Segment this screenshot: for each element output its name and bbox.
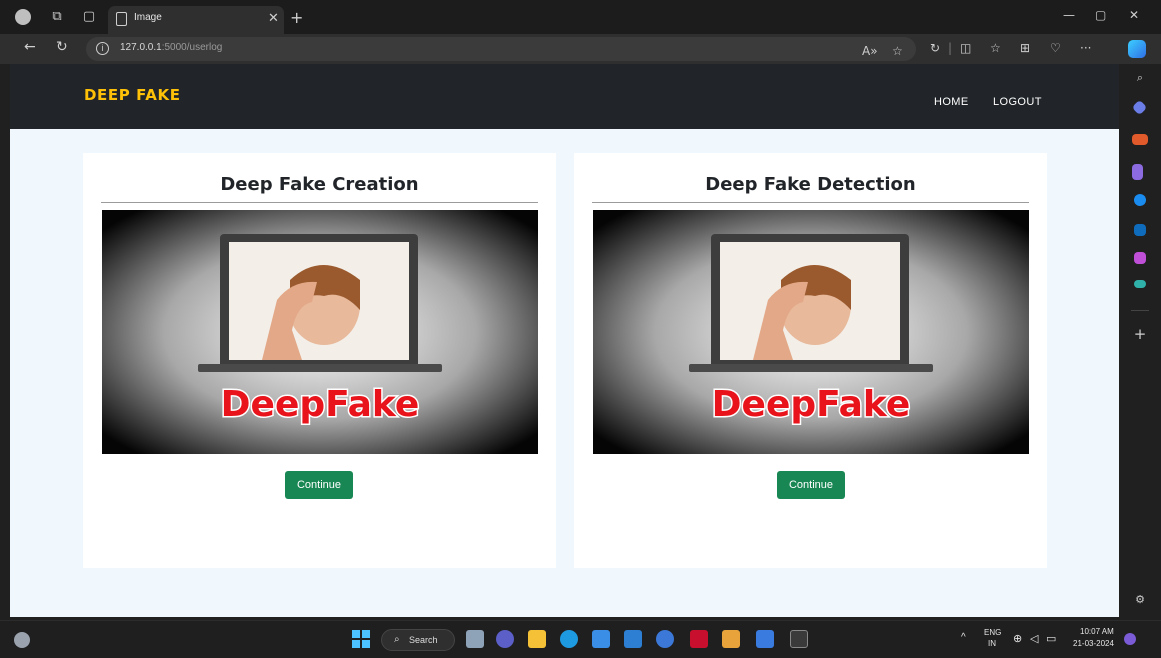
clock-date[interactable]: 21-03-2024 [1073,639,1114,648]
page-viewport: DEEP FAKE HOME LOGOUT Deep Fake Creation [10,64,1119,617]
plus-icon[interactable]: + [1132,326,1148,342]
split-screen-icon[interactable]: ◫ [960,41,971,55]
copilot-refresh-icon[interactable]: ↻ [930,41,940,55]
continue-button[interactable]: Continue [285,471,353,499]
detection-card: Deep Fake Detection DeepFake Continue [574,153,1047,568]
notification-icon[interactable] [1124,633,1136,645]
search-icon[interactable]: ⌕ [1132,70,1148,86]
weather-icon[interactable] [14,632,30,648]
tab-actions-icon[interactable]: ▢ [80,8,98,26]
close-icon[interactable]: ✕ [268,11,279,26]
arrow-left-icon[interactable]: ← [24,39,36,55]
copilot-icon[interactable] [1128,40,1146,58]
continue-button[interactable]: Continue [777,471,845,499]
plus-icon[interactable]: + [290,8,303,27]
collections-icon[interactable]: ⊞ [1020,41,1030,55]
file-explorer-icon[interactable] [528,630,546,648]
edge-icon[interactable] [560,630,578,648]
clock-time[interactable]: 10:07 AM [1080,627,1114,636]
address-bar-row: ← ↻ i 127.0.0.1:5000/userlog A» ☆ ↻ | ◫ … [0,34,1161,64]
read-aloud-icon[interactable]: A» [862,44,878,58]
workspaces-icon[interactable]: ⧉ [48,8,66,26]
search-label: Search [409,635,438,645]
outlook-icon[interactable] [1134,224,1146,236]
profile-icon[interactable] [14,8,32,26]
nav-home-link[interactable]: HOME [934,96,969,108]
address-bar[interactable]: i 127.0.0.1:5000/userlog A» ☆ [86,37,916,61]
card-divider [101,202,538,203]
deepfake-image: DeepFake [102,210,538,454]
drop-icon[interactable] [1134,280,1146,288]
microsoft-365-icon[interactable] [1134,194,1146,206]
designer-icon[interactable] [1134,252,1146,264]
chrome-icon[interactable] [656,630,674,648]
volume-icon[interactable]: ◁ [1030,632,1038,645]
windows-taskbar: ⌕ Search ^ ENG IN ⊕ ◁ ▭ 10:07 AM 21-03-2… [0,620,1161,658]
favorites-icon[interactable]: ☆ [990,41,1001,55]
divider: | [948,41,953,55]
language-bottom[interactable]: IN [988,639,996,648]
app-icon[interactable] [624,630,642,648]
tab-title: Image [134,12,162,23]
task-view-icon[interactable] [466,630,484,648]
gear-icon[interactable]: ⚙ [1132,592,1148,608]
chevron-up-icon[interactable]: ^ [961,632,966,643]
image-caption: DeepFake [221,384,420,425]
games-icon[interactable] [1132,164,1143,180]
window-close-icon[interactable]: ✕ [1129,8,1139,22]
browser-essentials-icon[interactable]: ♡ [1050,41,1061,55]
url-text[interactable]: 127.0.0.1:5000/userlog [120,42,222,53]
edge-sidebar: ⌕ + ⚙ [1119,64,1161,620]
creation-card: Deep Fake Creation DeepFake Continue [83,153,556,568]
card-title: Deep Fake Detection [705,174,916,195]
info-icon[interactable]: i [96,42,109,55]
page-icon [116,12,127,26]
site-navbar: DEEP FAKE HOME LOGOUT [10,64,1119,129]
deepfake-image: DeepFake [593,210,1029,454]
card-title: Deep Fake Creation [220,174,419,195]
nav-logout-link[interactable]: LOGOUT [993,96,1042,108]
installer-icon[interactable] [722,630,740,648]
browser-tab[interactable]: Image ✕ [108,6,284,34]
more-icon[interactable]: ··· [1080,41,1091,55]
shopping-icon[interactable] [1131,99,1148,116]
store-icon[interactable] [592,630,610,648]
card-divider [592,202,1029,203]
star-icon[interactable]: ☆ [892,44,903,58]
battery-icon[interactable]: ▭ [1046,632,1056,645]
refresh-icon[interactable]: ↻ [56,39,68,55]
search-icon: ⌕ [394,634,400,645]
sidebar-divider [1131,310,1149,311]
maximize-icon[interactable]: ▢ [1095,8,1106,22]
windows-start-icon[interactable] [352,630,370,648]
chat-icon[interactable] [496,630,514,648]
image-caption: DeepFake [712,384,911,425]
language-top[interactable]: ENG [984,628,1001,637]
notepad-icon[interactable] [756,630,774,648]
terminal-icon[interactable] [790,630,808,648]
mcafee-icon[interactable] [690,630,708,648]
network-icon[interactable]: ⊕ [1013,632,1022,645]
taskbar-search[interactable]: ⌕ Search [381,629,455,651]
minimize-icon[interactable]: — [1063,8,1075,22]
site-brand[interactable]: DEEP FAKE [84,86,181,104]
tools-icon[interactable] [1132,134,1148,145]
browser-tab-bar: ⧉ ▢ Image ✕ + — ▢ ✕ [0,0,1161,34]
